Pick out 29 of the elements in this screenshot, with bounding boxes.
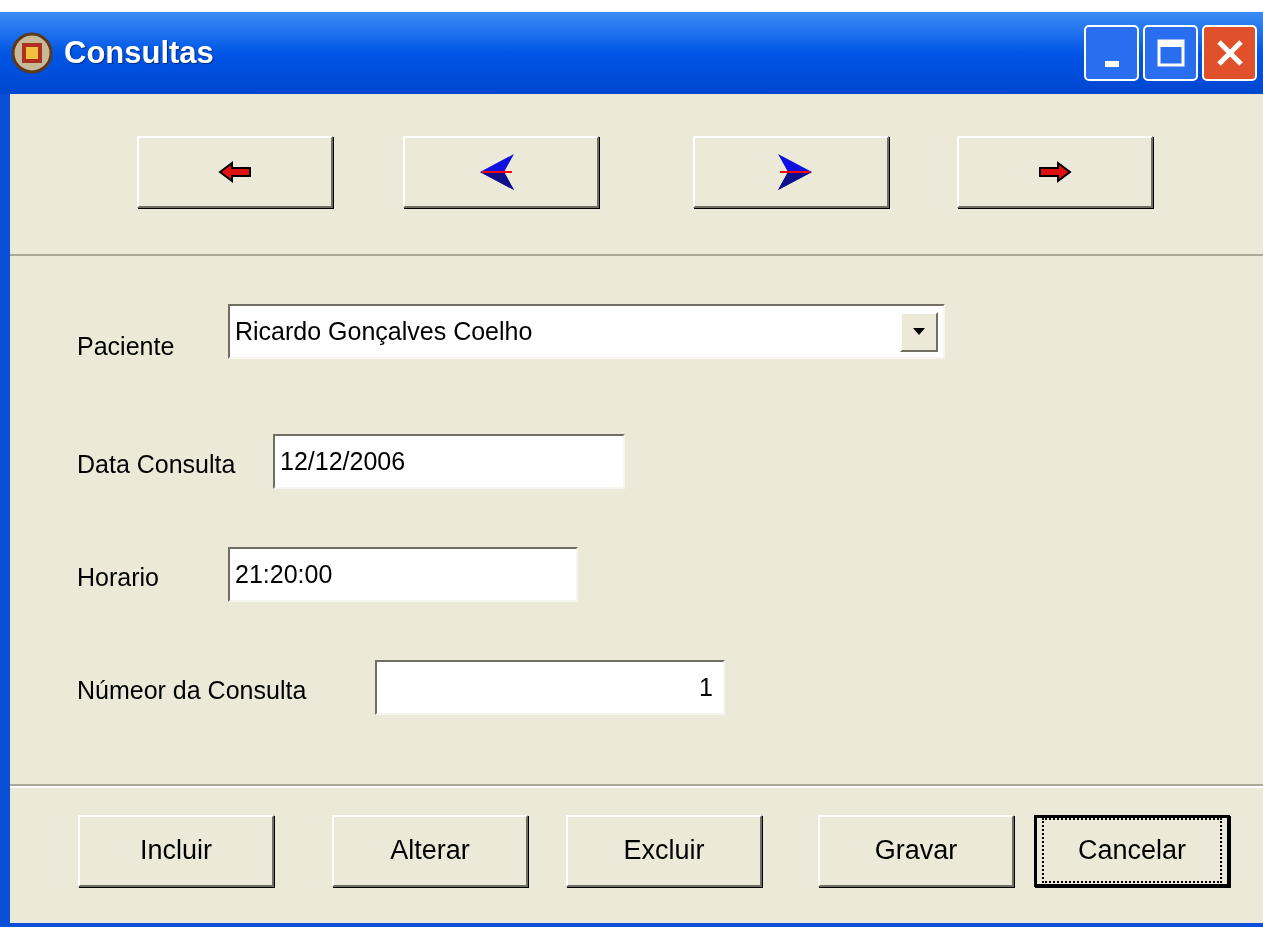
action-button[interactable]: Incluir <box>78 814 274 887</box>
nav-button[interactable] <box>957 135 1153 208</box>
minimize-button[interactable] <box>1084 25 1139 81</box>
action-button[interactable]: Excluir <box>566 814 762 887</box>
nav-button[interactable] <box>693 135 889 208</box>
left-arrow-icon <box>218 160 252 183</box>
field-label: Data Consulta <box>77 449 236 480</box>
caret-icon <box>913 328 925 335</box>
action-button[interactable]: Cancelar <box>1034 814 1230 887</box>
action-button[interactable]: Alterar <box>332 814 528 887</box>
nav-button[interactable] <box>137 135 333 208</box>
field-label: Paciente <box>77 331 175 362</box>
dropdown-button[interactable] <box>900 311 938 352</box>
minimize-icon <box>1104 61 1119 67</box>
combo-box[interactable]: Ricardo Gonçalves Coelho <box>228 304 945 359</box>
window-title: Consultas <box>64 33 214 72</box>
app-icon <box>10 31 54 75</box>
action-button[interactable]: Gravar <box>818 814 1014 887</box>
field-label: Horario <box>77 562 159 593</box>
input-field[interactable]: 21:20:00 <box>228 547 578 602</box>
close-icon <box>1214 38 1245 68</box>
maximize-button[interactable] <box>1143 25 1198 81</box>
right-arrow-icon <box>1038 160 1072 183</box>
nav-button[interactable] <box>403 135 599 208</box>
input-field[interactable]: 12/12/2006 <box>273 434 625 489</box>
input-field[interactable]: 1 <box>375 660 725 715</box>
maximize-icon <box>1156 39 1185 67</box>
close-button[interactable] <box>1202 25 1257 81</box>
field-label: Númeor da Consulta <box>77 675 307 706</box>
